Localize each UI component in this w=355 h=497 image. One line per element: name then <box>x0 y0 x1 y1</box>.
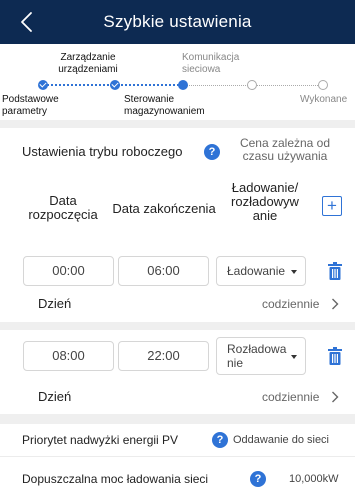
working-mode-row[interactable]: Ustawienia trybu roboczego ? Cena zależn… <box>0 128 355 172</box>
step-dot-done[interactable] <box>318 80 328 90</box>
end-time-input[interactable]: 22:00 <box>118 341 209 371</box>
section-divider <box>0 322 355 330</box>
chevron-right-icon[interactable] <box>331 297 339 310</box>
step-dot-basic-parameters[interactable] <box>38 80 48 90</box>
question-icon[interactable]: ? <box>212 432 228 448</box>
plus-icon: + <box>327 196 337 215</box>
grid-charge-label: Dopuszczalna moc ładowania sieci <box>22 472 209 486</box>
column-end-date: Data zakończenia <box>112 201 216 216</box>
pv-priority-value[interactable]: Oddawanie do sieci <box>233 434 329 446</box>
step-dot-storage-control[interactable] <box>178 80 188 90</box>
pv-priority-label: Priorytet nadwyżki energii PV <box>22 433 179 447</box>
page-title: Szybkie ustawienia <box>103 12 252 31</box>
step-connector-2 <box>118 84 182 86</box>
end-time-input[interactable]: 06:00 <box>118 256 209 286</box>
repeat-value[interactable]: codziennie <box>262 297 319 311</box>
question-icon[interactable]: ? <box>250 471 266 487</box>
setup-stepper: Zarządzanie urządzeniami Komunikacja sie… <box>0 44 355 120</box>
delete-button[interactable] <box>328 347 342 365</box>
grid-charge-value[interactable]: 10,000kW <box>289 473 339 485</box>
question-icon[interactable]: ? <box>204 144 220 160</box>
repeat-value[interactable]: codziennie <box>262 390 319 404</box>
step-label-done: Wykonane <box>300 94 348 105</box>
caret-down-icon <box>291 355 297 359</box>
step-dot-network-communication[interactable] <box>247 80 257 90</box>
working-mode-value[interactable]: Cena zależna od czasu używania <box>226 137 344 163</box>
delete-button[interactable] <box>328 262 342 280</box>
step-label-storage-control: Sterowanie magazynowaniem <box>124 94 205 117</box>
start-time-input[interactable]: 00:00 <box>23 256 114 286</box>
mode-select[interactable]: Ładowanie <box>216 256 306 286</box>
add-period-button[interactable]: + <box>322 196 342 216</box>
step-label-basic-parameters: Podstawowe parametry <box>2 94 59 117</box>
column-start-date: Data rozpoczęcia <box>28 193 98 222</box>
section-divider <box>0 414 355 424</box>
trash-icon <box>328 262 342 280</box>
chevron-right-icon[interactable] <box>331 390 339 403</box>
day-label: Dzień <box>38 296 72 311</box>
step-dot-device-management[interactable] <box>110 80 120 90</box>
start-time-input[interactable]: 08:00 <box>23 341 114 371</box>
section-divider <box>0 120 355 128</box>
mode-select-value: Rozładowa nie <box>227 342 287 370</box>
row-separator <box>0 456 355 457</box>
day-label: Dzień <box>38 389 72 404</box>
app-header: Szybkie ustawienia <box>0 0 355 44</box>
step-label-network-communication: Komunikacja sieciowa <box>182 52 240 75</box>
mode-select[interactable]: Rozładowa nie <box>216 337 306 375</box>
step-label-device-management: Zarządzanie urządzeniami <box>58 52 118 75</box>
trash-icon <box>328 347 342 365</box>
mode-select-value: Ładowanie <box>227 264 286 278</box>
step-connector-1 <box>44 84 112 86</box>
caret-down-icon <box>291 270 297 274</box>
column-charge-discharge: Ładowanie/ rozładowyw anie <box>231 180 299 223</box>
working-mode-label: Ustawienia trybu roboczego <box>22 144 183 159</box>
